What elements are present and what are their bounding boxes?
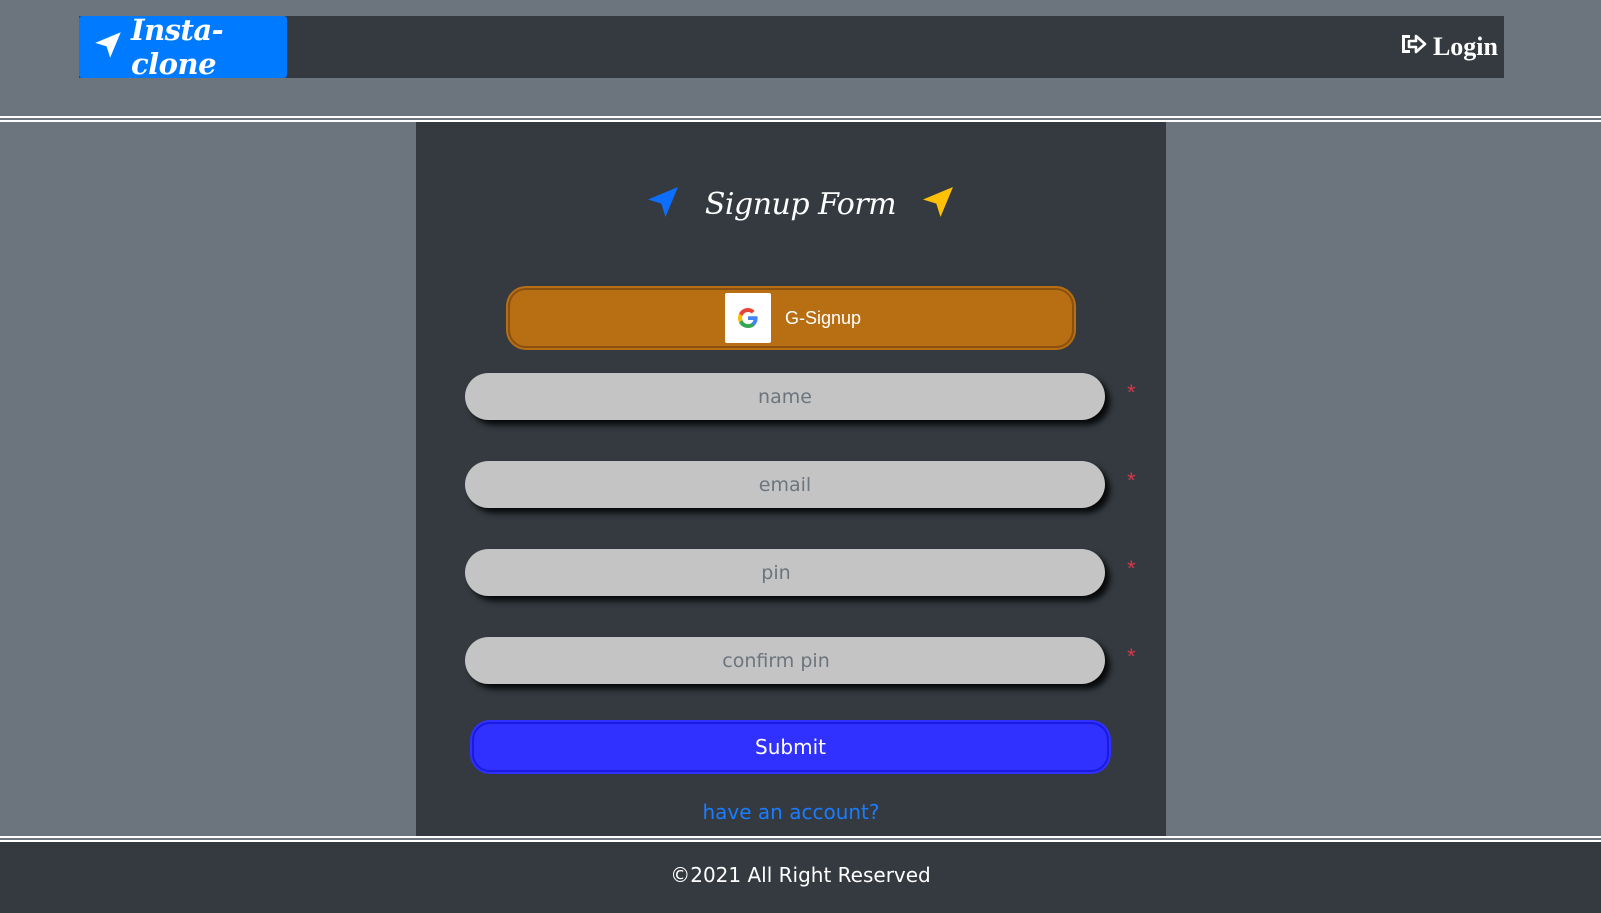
form-title-text: Signup Form [704,186,897,222]
login-label: Login [1432,32,1498,61]
location-arrow-icon [643,182,683,226]
google-logo-icon [724,293,771,343]
brand-label: Insta-clone [131,13,224,81]
required-marker: * [1127,468,1136,493]
google-signup-button[interactable]: G-Signup [508,288,1074,348]
footer-copyright: ©2021 All Right Reserved [670,862,931,887]
pin-input[interactable] [465,549,1105,596]
email-input[interactable] [465,461,1105,508]
footer: ©2021 All Right Reserved [0,842,1601,913]
brand-link[interactable]: Insta-clone [79,13,287,81]
login-link[interactable]: Login [1399,16,1498,78]
sign-in-icon [1399,32,1427,63]
have-account-link[interactable]: have an account? [0,800,1582,824]
required-marker: * [1127,644,1136,669]
location-arrow-icon [91,28,125,66]
required-marker: * [1127,556,1136,581]
google-signup-label: G-Signup [784,307,862,328]
confirm-pin-input[interactable] [465,637,1105,684]
form-title: Signup Form [0,180,1601,228]
submit-button[interactable]: Submit [472,722,1109,772]
location-arrow-icon [918,182,958,226]
name-input[interactable] [465,373,1105,420]
required-marker: * [1127,380,1136,405]
top-navbar: Insta-clone Login [79,13,1504,81]
